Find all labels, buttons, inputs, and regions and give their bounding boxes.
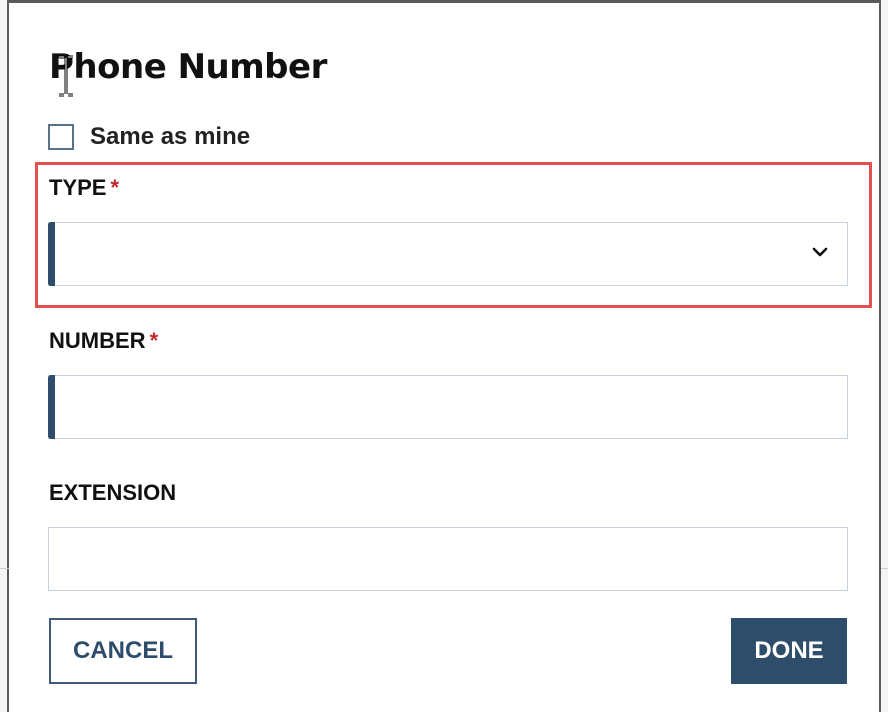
type-required-mark: * (110, 175, 120, 200)
number-required-mark: * (149, 328, 159, 353)
number-label: NUMBER * (49, 328, 158, 354)
chevron-down-icon[interactable] (811, 245, 829, 259)
extension-input[interactable] (48, 527, 848, 591)
type-select[interactable] (48, 222, 848, 286)
same-as-mine-label: Same as mine (90, 123, 251, 150)
background-left-edge (0, 0, 9, 712)
same-as-mine-checkbox[interactable] (48, 124, 74, 150)
type-label-text: TYPE (49, 175, 107, 200)
number-label-text: NUMBER (49, 328, 146, 353)
app-frame: Phone Number Same as mine TYPE * NUMBER * … (0, 0, 888, 712)
type-label: TYPE * (49, 175, 119, 201)
same-as-mine-option[interactable]: Same as mine (48, 123, 250, 151)
dialog-title: Phone Number (49, 47, 327, 87)
phone-number-dialog: Phone Number Same as mine TYPE * NUMBER * … (11, 3, 877, 712)
background-right-edge (879, 0, 888, 712)
cancel-button[interactable]: CANCEL (49, 618, 197, 684)
background-divider (0, 568, 9, 569)
background-divider (881, 568, 888, 569)
extension-label: EXTENSION (49, 480, 177, 505)
done-button[interactable]: DONE (731, 618, 847, 684)
number-input[interactable] (48, 375, 848, 439)
